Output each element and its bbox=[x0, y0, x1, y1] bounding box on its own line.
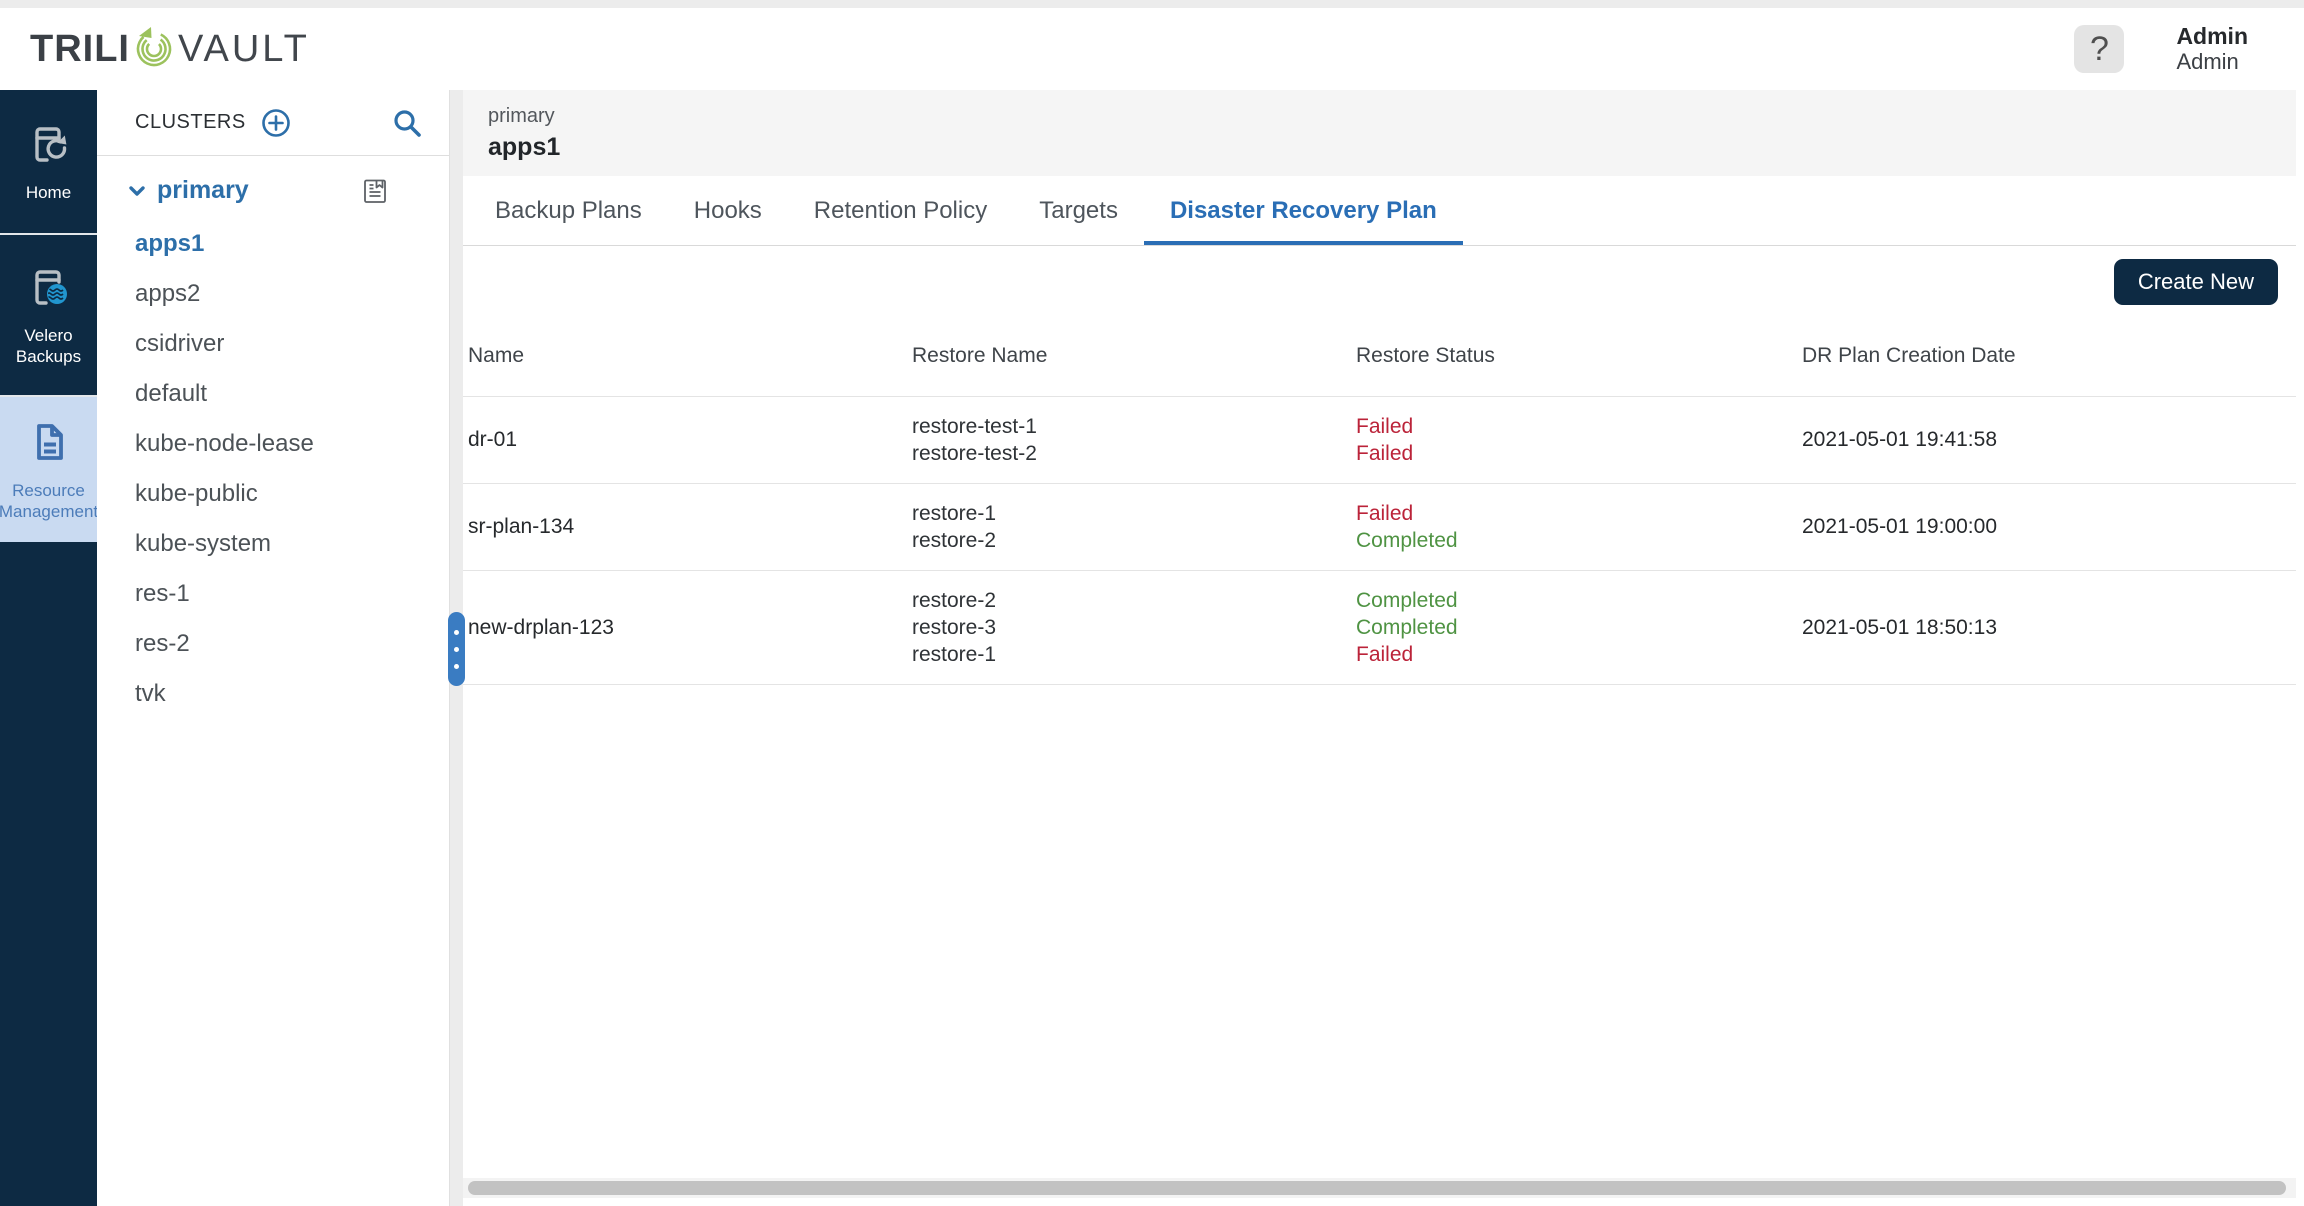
horizontal-scrollbar-thumb[interactable] bbox=[468, 1181, 2286, 1195]
restore-name: restore-1 bbox=[912, 502, 997, 525]
clusters-panel-header: CLUSTERS bbox=[97, 90, 449, 156]
restore-name: restore-3 bbox=[912, 616, 997, 639]
sidebar-item-velero-backups[interactable]: Velero Backups bbox=[0, 235, 97, 397]
creation-date: 2021-05-01 18:50:13 bbox=[1802, 615, 1997, 639]
sidebar-item-resource-management[interactable]: Resource Management bbox=[0, 397, 99, 542]
namespace-item-apps2[interactable]: apps2 bbox=[97, 269, 449, 319]
top-bar: TRILI VAULT ? Admin Admin bbox=[0, 8, 2304, 90]
tab-backup-plans[interactable]: Backup Plans bbox=[469, 176, 668, 245]
tab-bar: Backup Plans Hooks Retention Policy Targets… bbox=[463, 176, 2296, 246]
namespace-item-apps1[interactable]: apps1 bbox=[97, 219, 449, 269]
creation-date: 2021-05-01 19:41:58 bbox=[1802, 428, 1997, 451]
creation-date: 2021-05-01 19:00:00 bbox=[1802, 515, 1997, 538]
restore-names: restore-1 restore-2 bbox=[912, 500, 1356, 554]
column-header: Name bbox=[468, 344, 525, 367]
namespace-item-res-2[interactable]: res-2 bbox=[97, 619, 449, 669]
help-button[interactable]: ? bbox=[2074, 25, 2125, 73]
tab-retention-policy[interactable]: Retention Policy bbox=[788, 176, 1013, 245]
horizontal-scrollbar-track bbox=[463, 1178, 2296, 1198]
sidebar-item-home[interactable]: Home bbox=[0, 90, 97, 235]
restore-status: Failed bbox=[1356, 442, 1414, 465]
sidebar-item-label: Home bbox=[25, 183, 72, 202]
column-header: Restore Name bbox=[912, 344, 1048, 367]
velero-backups-icon bbox=[25, 263, 73, 316]
namespace-item-kube-public[interactable]: kube-public bbox=[97, 469, 449, 519]
window-top-strip bbox=[0, 0, 2304, 8]
clusters-panel: CLUSTERS primary apps1 apps2 csidriver defa… bbox=[97, 90, 450, 1206]
namespace-item-csidriver[interactable]: csidriver bbox=[97, 319, 449, 369]
table-body: dr-01 restore-test-1 restore-test-2 Failed F… bbox=[463, 396, 2296, 685]
namespace-item-default[interactable]: default bbox=[97, 369, 449, 419]
tab-targets[interactable]: Targets bbox=[1013, 176, 1144, 245]
chevron-down-icon[interactable] bbox=[125, 179, 149, 203]
left-nav-rail: Home Velero Backups Resource Management bbox=[0, 90, 99, 1206]
restore-status: Failed bbox=[1356, 415, 1414, 438]
cluster-row-primary[interactable]: primary bbox=[97, 156, 449, 213]
search-icon[interactable] bbox=[391, 107, 423, 139]
namespace-item-kube-system[interactable]: kube-system bbox=[97, 519, 449, 569]
dr-plan-name: new-drplan-123 bbox=[468, 615, 614, 639]
breadcrumb: primary apps1 bbox=[463, 90, 2296, 176]
tab-hooks[interactable]: Hooks bbox=[668, 176, 788, 245]
restore-statuses: Completed Completed Failed bbox=[1356, 587, 1802, 668]
table-row[interactable]: new-drplan-123 restore-2 restore-3 restore-… bbox=[463, 570, 2296, 685]
logo-text-trilio: TRILI bbox=[30, 27, 130, 70]
sidebar-item-label: Resource Management bbox=[0, 480, 99, 521]
tab-disaster-recovery-plan[interactable]: Disaster Recovery Plan bbox=[1144, 176, 1463, 245]
home-backup-restore-icon bbox=[25, 120, 73, 173]
user-menu[interactable]: Admin Admin bbox=[2176, 23, 2248, 75]
triliovault-logo: TRILI VAULT bbox=[30, 24, 310, 75]
namespace-item-kube-node-lease[interactable]: kube-node-lease bbox=[97, 419, 449, 469]
cluster-details-icon[interactable] bbox=[361, 177, 389, 205]
restore-statuses: Failed Completed bbox=[1356, 500, 1802, 554]
dr-plan-name: dr-01 bbox=[468, 428, 518, 451]
main-content: primary apps1 Backup Plans Hooks Retention… bbox=[463, 90, 2296, 1206]
restore-name: restore-test-1 bbox=[912, 415, 1037, 438]
breadcrumb-cluster: primary bbox=[488, 105, 555, 127]
restore-name: restore-test-2 bbox=[912, 442, 1037, 465]
sidebar-item-label: Velero Backups bbox=[15, 326, 82, 366]
restore-status: Completed bbox=[1356, 589, 1458, 612]
create-new-button[interactable]: Create New bbox=[2113, 259, 2278, 305]
table-row[interactable]: sr-plan-134 restore-1 restore-2 Failed Compl… bbox=[463, 483, 2296, 570]
table-row[interactable]: dr-01 restore-test-1 restore-test-2 Failed F… bbox=[463, 396, 2296, 483]
resource-management-icon bbox=[25, 418, 73, 471]
restore-name: restore-2 bbox=[912, 589, 997, 612]
user-name: Admin bbox=[2176, 23, 2248, 49]
restore-status: Failed bbox=[1356, 502, 1414, 525]
logo-circular-arrow-icon bbox=[130, 24, 178, 75]
toolbar: Create New bbox=[463, 246, 2296, 316]
table-header: Name Restore Name Restore Status DR Plan Cr… bbox=[463, 316, 2296, 396]
restore-status: Failed bbox=[1356, 643, 1414, 666]
restore-name: restore-1 bbox=[912, 643, 997, 666]
add-cluster-icon[interactable] bbox=[260, 107, 292, 139]
clusters-title: CLUSTERS bbox=[135, 111, 246, 133]
question-mark-icon: ? bbox=[2089, 29, 2109, 68]
restore-name: restore-2 bbox=[912, 529, 997, 552]
dr-plan-name: sr-plan-134 bbox=[468, 515, 575, 538]
namespace-item-tvk[interactable]: tvk bbox=[97, 669, 449, 719]
user-role: Admin bbox=[2176, 49, 2239, 74]
restore-status: Completed bbox=[1356, 529, 1458, 552]
restore-names: restore-2 restore-3 restore-1 bbox=[912, 587, 1356, 668]
restore-names: restore-test-1 restore-test-2 bbox=[912, 413, 1356, 467]
column-header: DR Plan Creation Date bbox=[1802, 344, 2016, 367]
cluster-name: primary bbox=[157, 176, 249, 204]
namespace-item-res-1[interactable]: res-1 bbox=[97, 569, 449, 619]
breadcrumb-namespace: apps1 bbox=[488, 133, 561, 161]
column-header: Restore Status bbox=[1356, 344, 1495, 367]
restore-status: Completed bbox=[1356, 616, 1458, 639]
namespace-list: apps1 apps2 csidriver default kube-node-leas… bbox=[97, 213, 449, 719]
panel-resize-handle[interactable] bbox=[448, 612, 465, 686]
logo-text-vault: VAULT bbox=[177, 27, 310, 70]
restore-statuses: Failed Failed bbox=[1356, 413, 1802, 467]
